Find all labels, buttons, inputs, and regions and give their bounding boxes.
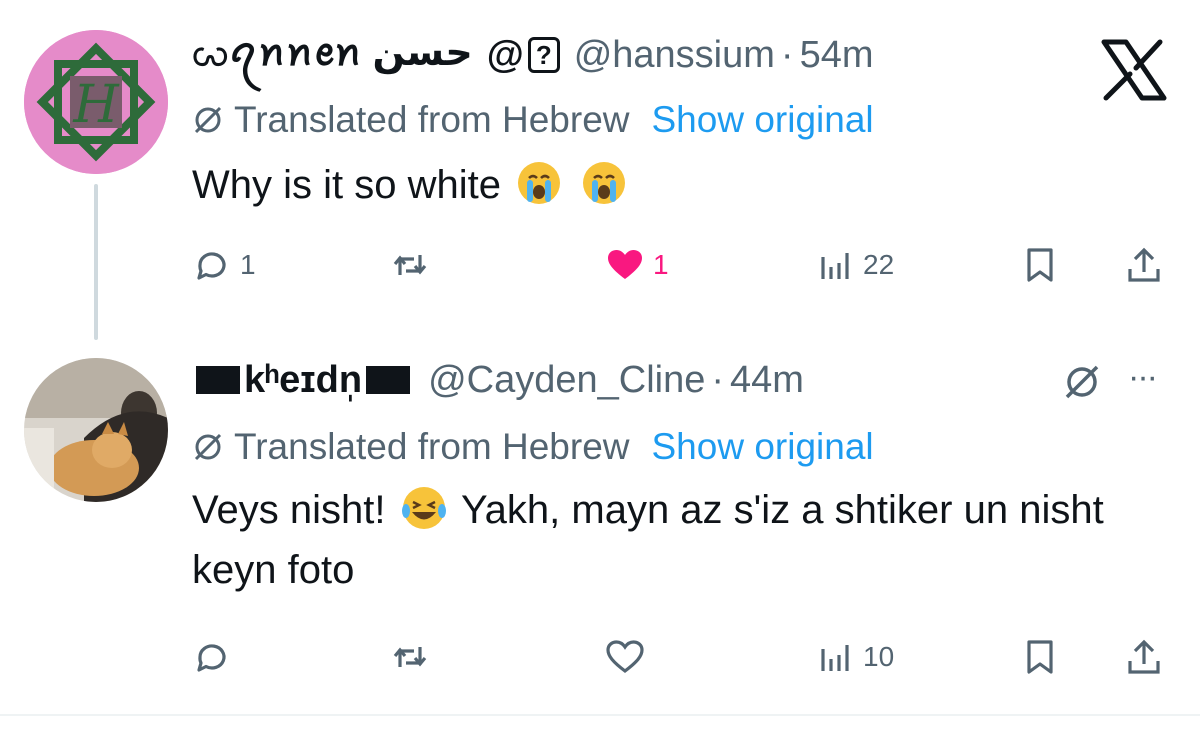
bookmark-icon xyxy=(1027,248,1053,282)
tweet-divider xyxy=(0,714,1200,716)
avatar-photo-icon xyxy=(24,358,168,502)
tweet-header: kʰeɪdn̩ @Cayden_Cline · 44m xyxy=(192,350,804,410)
tweet-actions: 1 1 22 xyxy=(0,240,1200,290)
tweet-text: Veys nisht! Yakh, mayn az s'iz a shtiker… xyxy=(192,480,1152,600)
translated-label: Translated from Hebrew xyxy=(234,99,630,140)
separator-dot: · xyxy=(780,33,794,76)
avatar-octagram-icon: H xyxy=(24,30,168,174)
share-icon xyxy=(1128,639,1160,674)
tweet[interactable]: kʰeɪdn̩ @Cayden_Cline · 44m ··· Translat… xyxy=(0,340,1200,715)
share-icon xyxy=(1128,247,1160,282)
translated-label: Translated from Hebrew xyxy=(234,426,630,467)
x-logo-icon[interactable] xyxy=(1098,38,1170,102)
tweet-actions: 10 xyxy=(0,632,1200,682)
crying-face-emoji xyxy=(583,162,626,204)
reply-icon xyxy=(197,252,226,280)
bookmark-button[interactable] xyxy=(1020,632,1060,682)
flag-icon xyxy=(196,366,240,394)
display-name[interactable]: ꩬꪖꪀꪀꫀꪀ حسن xyxy=(192,15,473,95)
retweet-button[interactable] xyxy=(390,240,438,290)
grok-icon[interactable] xyxy=(1062,362,1102,402)
translation-notice: Translated from Hebrew Show original xyxy=(192,95,874,145)
unknown-glyph-badge: ? xyxy=(527,37,560,73)
flag-icon xyxy=(366,366,411,394)
timestamp[interactable]: 54m xyxy=(800,34,874,77)
handle[interactable]: @Cayden_Cline xyxy=(428,359,705,402)
like-icon xyxy=(608,250,642,279)
translation-notice: Translated from Hebrew Show original xyxy=(192,422,874,472)
more-icon[interactable]: ··· xyxy=(1128,358,1158,397)
avatar[interactable]: H xyxy=(24,30,168,174)
like-button[interactable]: 1 xyxy=(605,240,669,290)
timestamp[interactable]: 44m xyxy=(730,359,804,402)
svg-text:H: H xyxy=(72,75,120,135)
retweet-icon xyxy=(393,647,427,667)
tweet[interactable]: H ꩬꪖꪀꪀꫀꪀ حسن @ ? @hanssium · 54m Transla… xyxy=(0,0,1200,340)
share-button[interactable] xyxy=(1124,632,1164,682)
tweet-text-body: Why is it so white xyxy=(192,163,501,207)
grok-translate-icon xyxy=(194,433,222,461)
tweet-text: Why is it so white xyxy=(192,155,1152,215)
retweet-button[interactable] xyxy=(390,632,438,682)
handle[interactable]: @hanssium xyxy=(574,34,775,77)
crying-face-emoji xyxy=(518,162,561,204)
badge-prefix: @ xyxy=(486,33,524,76)
view-count: 22 xyxy=(863,249,895,280)
like-button[interactable] xyxy=(605,632,653,682)
share-button[interactable] xyxy=(1124,240,1164,290)
separator-dot: · xyxy=(711,358,725,401)
views-icon xyxy=(821,645,849,671)
bookmark-icon xyxy=(1027,640,1053,674)
avatar[interactable] xyxy=(24,358,168,502)
grok-translate-icon xyxy=(194,106,222,134)
reply-button[interactable]: 1 xyxy=(192,240,256,290)
views-button[interactable]: 10 xyxy=(815,632,894,682)
tweet-text-part: Veys nisht! xyxy=(192,488,386,532)
reply-count: 1 xyxy=(240,249,256,280)
laughing-tears-emoji xyxy=(401,487,446,529)
like-icon xyxy=(606,640,644,674)
display-name[interactable]: kʰeɪdn̩ xyxy=(244,359,362,402)
views-icon xyxy=(821,253,849,279)
reply-icon xyxy=(197,644,226,672)
views-button[interactable]: 22 xyxy=(815,240,894,290)
retweet-icon xyxy=(393,255,427,275)
bookmark-button[interactable] xyxy=(1020,240,1060,290)
like-count: 1 xyxy=(653,249,669,280)
view-count: 10 xyxy=(863,641,895,672)
reply-button[interactable] xyxy=(192,632,240,682)
show-original-link[interactable]: Show original xyxy=(652,426,874,468)
tweet-header: ꩬꪖꪀꪀꫀꪀ حسن @ ? @hanssium · 54m xyxy=(192,25,874,85)
show-original-link[interactable]: Show original xyxy=(652,99,874,141)
